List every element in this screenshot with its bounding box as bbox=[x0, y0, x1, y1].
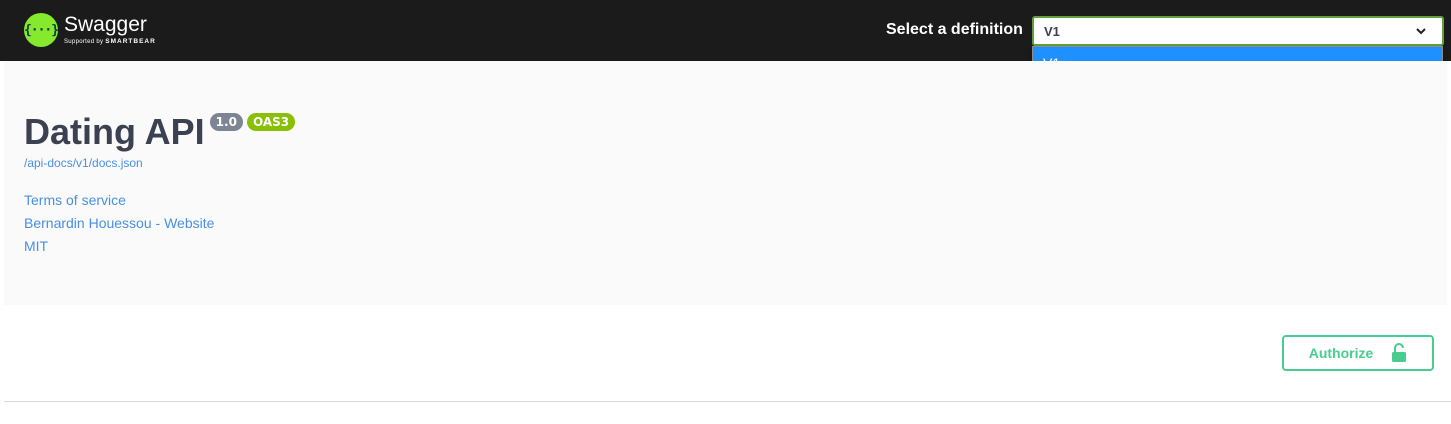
info-section: Dating API 1.0 OAS3 /api-docs/v1/docs.js… bbox=[4, 61, 1447, 305]
section-divider bbox=[4, 401, 1451, 402]
oas-badge: OAS3 bbox=[246, 113, 296, 131]
definition-label: Select a definition bbox=[886, 21, 1023, 38]
definition-select-value: V1 bbox=[1044, 23, 1060, 39]
api-title: Dating API bbox=[24, 111, 205, 152]
authorize-label: Authorize bbox=[1308, 345, 1374, 361]
logo-text: Swagger Supported by SMARTBEAR bbox=[64, 14, 156, 46]
terms-of-service-link[interactable]: Terms of service bbox=[24, 192, 126, 208]
definition-select[interactable]: V1 bbox=[1032, 16, 1444, 46]
version-badge: 1.0 bbox=[209, 113, 243, 131]
unlock-icon bbox=[1392, 343, 1407, 362]
license-link[interactable]: MIT bbox=[24, 238, 48, 254]
authorize-button[interactable]: Authorize bbox=[1282, 335, 1434, 371]
website-link[interactable]: Bernardin Houessou - Website bbox=[24, 215, 214, 231]
logo-name: Swagger bbox=[64, 13, 147, 36]
logo-company: SMARTBEAR bbox=[105, 38, 156, 45]
title-row: Dating API 1.0 OAS3 bbox=[24, 111, 296, 153]
logo-supported-by: Supported by bbox=[64, 39, 104, 45]
swagger-logo[interactable]: {···} Swagger Supported by SMARTBEAR bbox=[24, 12, 156, 48]
spec-url-link[interactable]: /api-docs/v1/docs.json bbox=[24, 156, 143, 170]
swagger-logo-icon: {···} bbox=[24, 13, 59, 47]
logo-subtitle: Supported by SMARTBEAR bbox=[64, 38, 156, 46]
chevron-down-icon bbox=[1416, 28, 1426, 35]
